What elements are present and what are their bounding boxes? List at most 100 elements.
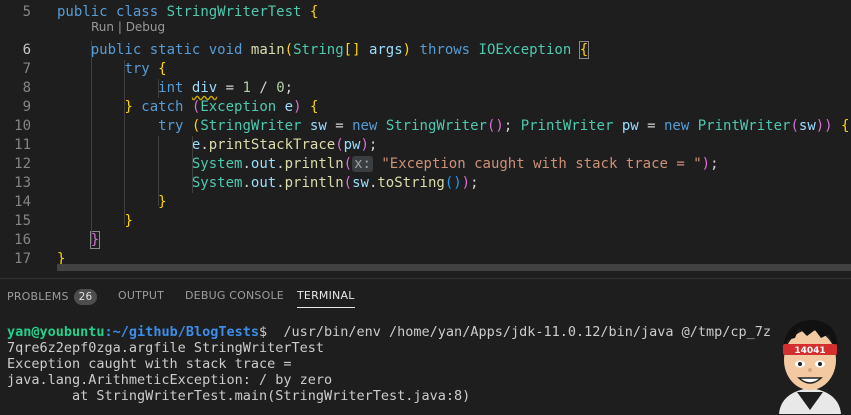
terminal-line: at StringWriterTest.main(StringWriterTes… [7,388,471,404]
line-number: 10 [14,118,31,134]
code-token: { [841,118,850,134]
code-line[interactable]: 15} [0,212,851,231]
indent-guide [191,136,193,193]
code-token: { [578,41,590,59]
tab-terminal[interactable]: TERMINAL [297,289,355,308]
code-token: void [208,42,243,58]
code-token: main [250,42,285,58]
code-token: ; [503,118,521,134]
code-line[interactable]: 5 public class StringWriterTest { [0,3,851,22]
code-token: . [276,175,285,191]
code-line[interactable]: 16} [0,231,851,250]
code-token: = [638,118,664,134]
code-line[interactable]: 8 int div = 1 / 0; [0,79,851,98]
problems-count-badge: 26 [73,289,98,305]
tab-output[interactable]: OUTPUT [118,289,164,302]
code-token: { [309,99,319,115]
code-token: . [242,175,251,191]
code-text: e.printStackTrace(pw); [192,136,377,155]
code-token: x: [352,156,373,172]
code-token: Exception [200,99,277,115]
code-token: System [191,175,243,191]
code-token: . [276,156,285,172]
code-line[interactable]: 11 e.printStackTrace(pw); [0,136,851,155]
tab-problems[interactable]: PROBLEMS 26 [7,289,98,305]
code-token: public [57,4,108,20]
code-token: ) [360,137,369,153]
code-token: 0 [276,80,285,96]
line-number: 5 [22,4,31,20]
code-line[interactable]: 10 try (StringWriter sw = new StringWrite… [0,117,851,136]
code-token: StringWriter [200,118,302,134]
code-token: ( [284,42,294,58]
code-token: } [124,213,133,229]
bottom-panel: PROBLEMS 26 OUTPUT DEBUG CONSOLE TERMINAL… [0,278,851,415]
code-editor[interactable]: Run | Debug 5 public class StringWriterTe… [0,0,851,271]
code-token: try [158,118,184,134]
code-text: public static void main(String[] args) t… [91,41,590,60]
code-token: new [664,118,690,134]
tab-output-label: OUTPUT [118,289,165,302]
line-number: 17 [14,251,31,267]
terminal-line: Exception caught with stack trace = [7,356,300,372]
code-token: { [309,4,319,20]
indent-guide [158,136,160,206]
indent-guide [158,79,160,98]
code-token: static [149,42,201,58]
code-text: System.out.println(x: "Exception caught … [192,155,719,174]
horizontal-scrollbar[interactable] [57,264,851,271]
code-token: throws [419,42,471,58]
code-token: out [250,156,277,172]
code-token: println [284,175,344,191]
code-line[interactable]: 14} [0,193,851,212]
line-number: 12 [14,156,31,172]
code-line[interactable]: 6 public static void main(String[] args) … [0,41,851,60]
code-line[interactable]: 13 System.out.println(sw.toString()); [0,174,851,193]
code-token: class [116,4,159,20]
code-token: catch [141,99,184,115]
prompt-symbol: $ [258,324,268,340]
code-token: try [124,61,150,77]
code-token: ) [402,42,412,58]
code-line[interactable]: 9} catch (Exception e) { [0,98,851,117]
code-token: sw [352,175,369,191]
terminal-line: java.lang.ArithmeticException: / by zero [7,372,333,388]
code-token: = [326,118,353,134]
code-token: out [250,175,277,191]
code-token: printStackTrace [208,137,336,153]
terminal-output[interactable]: yan@youbuntu:~/github/BlogTests$ /usr/bi… [7,324,847,404]
code-line[interactable]: 12 System.out.println(x: "Exception caugh… [0,155,851,174]
tab-debug-console[interactable]: DEBUG CONSOLE [185,289,284,302]
line-number: 15 [14,213,31,229]
tab-problems-label: PROBLEMS [7,290,69,303]
code-token: } [158,194,167,210]
terminal-command: /usr/bin/env /home/yan/Apps/jdk-11.0.12/… [267,324,796,340]
code-token: () [486,118,504,134]
code-line[interactable]: 7 try { [0,60,851,79]
line-number: 14 [14,194,31,210]
codelens-run[interactable]: Run [91,20,114,34]
line-number: 7 [22,61,31,77]
codelens-debug[interactable]: Debug [126,20,165,34]
line-number: 9 [22,99,31,115]
code-token: ) [293,99,302,115]
code-token: new [352,118,378,134]
line-number: 18 [0,269,31,271]
avatar-headband-text: 14041 [794,346,825,356]
line-number: 13 [14,175,31,191]
